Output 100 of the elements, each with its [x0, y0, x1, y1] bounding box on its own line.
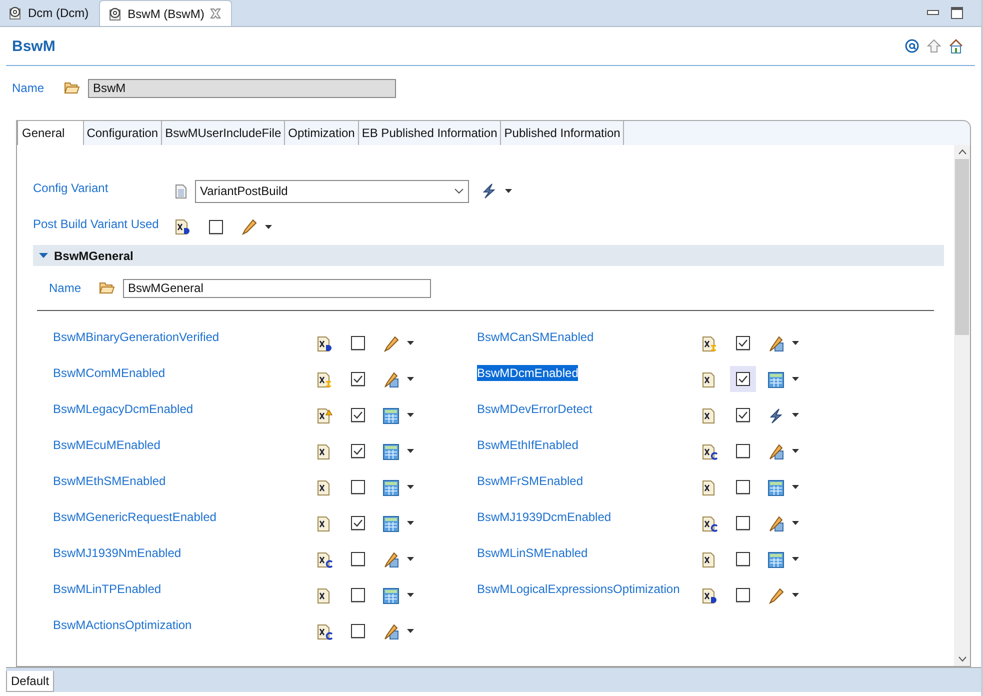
- expand-triangle-icon: [39, 251, 48, 260]
- pencil-calculator-icon[interactable]: [383, 624, 399, 640]
- checkbox[interactable]: [351, 552, 365, 566]
- parameter-label[interactable]: BswMLinSMEnabled: [477, 545, 588, 561]
- checkbox[interactable]: [736, 480, 750, 494]
- tab[interactable]: BswMUserIncludeFile: [162, 121, 286, 145]
- calculator-icon[interactable]: [768, 552, 784, 568]
- folder-icon: [64, 82, 80, 94]
- dropdown-arrow-icon[interactable]: [792, 377, 799, 381]
- pencil-calculator-icon[interactable]: [383, 372, 399, 388]
- page-title: BswM: [12, 38, 56, 54]
- parameter-label[interactable]: BswMEcuMEnabled: [53, 437, 160, 453]
- dropdown-arrow-icon[interactable]: [407, 485, 414, 489]
- checkbox[interactable]: [351, 408, 365, 422]
- parameter-label[interactable]: BswMLinTPEnabled: [53, 581, 162, 597]
- checkbox[interactable]: [736, 408, 750, 422]
- dropdown-arrow-icon[interactable]: [407, 413, 414, 417]
- dropdown-arrow-icon[interactable]: [265, 225, 272, 229]
- parameter-label[interactable]: BswMGenericRequestEnabled: [53, 509, 216, 525]
- pencil-calculator-icon[interactable]: [768, 336, 784, 352]
- dropdown-arrow-icon[interactable]: [407, 593, 414, 597]
- parameter-label[interactable]: BswMComMEnabled: [53, 365, 166, 381]
- checkbox[interactable]: [736, 552, 750, 566]
- checkbox[interactable]: [351, 588, 365, 602]
- parameter-label[interactable]: BswMEthIfEnabled: [477, 437, 578, 453]
- parameter-label[interactable]: BswMLegacyDcmEnabled: [53, 401, 194, 417]
- page-tab[interactable]: Default: [6, 671, 54, 692]
- dropdown-arrow-icon[interactable]: [792, 593, 799, 597]
- checkbox[interactable]: [209, 220, 223, 234]
- checkbox[interactable]: [736, 588, 750, 602]
- dropdown-arrow-icon[interactable]: [792, 521, 799, 525]
- parameter-label[interactable]: BswMEthSMEnabled: [53, 473, 166, 489]
- parameter-label[interactable]: BswMDcmEnabled: [477, 365, 578, 381]
- pencil-icon[interactable]: [768, 588, 784, 604]
- minimize-icon[interactable]: [927, 10, 939, 16]
- tab[interactable]: EB Published Information: [358, 121, 502, 145]
- calculator-icon[interactable]: [383, 516, 399, 532]
- name-field[interactable]: BswMGeneral: [123, 278, 431, 298]
- tab[interactable]: Published Information: [501, 121, 624, 145]
- dropdown-arrow-icon[interactable]: [792, 485, 799, 489]
- pencil-calculator-icon[interactable]: [383, 552, 399, 568]
- pencil-calculator-icon[interactable]: [768, 444, 784, 460]
- scroll-down-icon[interactable]: [958, 656, 966, 662]
- parameter-label[interactable]: BswMBinaryGenerationVerified: [53, 329, 220, 345]
- checkbox[interactable]: [736, 336, 750, 350]
- parameter-label[interactable]: BswMJ1939DcmEnabled: [477, 509, 612, 525]
- calculator-icon[interactable]: [768, 372, 784, 388]
- tab[interactable]: General: [17, 121, 84, 145]
- calculator-icon[interactable]: [383, 444, 399, 460]
- dropdown-arrow-icon[interactable]: [407, 629, 414, 633]
- checkbox[interactable]: [351, 624, 365, 638]
- pencil-icon[interactable]: [383, 336, 399, 352]
- scrollbar[interactable]: [954, 145, 970, 666]
- config-variant-dropdown[interactable]: VariantPostBuild: [195, 180, 469, 202]
- lightning-icon[interactable]: [768, 408, 784, 424]
- checkbox[interactable]: [351, 372, 365, 386]
- parameter-label[interactable]: BswMJ1939NmEnabled: [53, 545, 182, 561]
- tab[interactable]: Optimization: [285, 121, 359, 145]
- dropdown-arrow-icon[interactable]: [792, 557, 799, 561]
- calculator-icon[interactable]: [383, 408, 399, 424]
- dropdown-arrow-icon[interactable]: [792, 449, 799, 453]
- dropdown-arrow-icon[interactable]: [792, 341, 799, 345]
- parameter-label[interactable]: BswMLogicalExpressionsOptimization: [477, 581, 680, 597]
- checkbox[interactable]: [351, 516, 365, 530]
- section-header[interactable]: BswMGeneral: [33, 245, 944, 266]
- variable-icon: [175, 219, 191, 235]
- checkbox[interactable]: [736, 516, 750, 530]
- tab[interactable]: Configuration: [84, 121, 162, 145]
- dropdown-arrow-icon[interactable]: [407, 449, 414, 453]
- pencil-calculator-icon[interactable]: [768, 516, 784, 532]
- lightning-icon[interactable]: [481, 183, 497, 199]
- maximize-icon[interactable]: [951, 7, 963, 19]
- parameter-label[interactable]: BswMCanSMEnabled: [477, 329, 594, 345]
- checkbox[interactable]: [351, 336, 365, 350]
- parameter-label[interactable]: BswMActionsOptimization: [53, 617, 192, 633]
- calculator-icon[interactable]: [383, 588, 399, 604]
- calculator-icon[interactable]: [768, 480, 784, 496]
- dropdown-arrow-icon[interactable]: [407, 557, 414, 561]
- config-variant-label: Config Variant: [33, 180, 110, 195]
- checkbox[interactable]: [351, 480, 365, 494]
- at-sign-icon[interactable]: [905, 39, 919, 53]
- pencil-icon[interactable]: [241, 219, 257, 235]
- dropdown-arrow-icon[interactable]: [407, 377, 414, 381]
- editor-tab[interactable]: Dcm (Dcm): [0, 0, 99, 26]
- dropdown-arrow-icon[interactable]: [407, 341, 414, 345]
- dropdown-arrow-icon[interactable]: [505, 189, 512, 193]
- close-icon[interactable]: [210, 8, 222, 19]
- dropdown-arrow-icon[interactable]: [792, 413, 799, 417]
- calculator-icon[interactable]: [383, 480, 399, 496]
- editor-tab[interactable]: BswM (BswM): [98, 0, 232, 26]
- parameter-label[interactable]: BswMFrSMEnabled: [477, 473, 584, 489]
- checkbox[interactable]: [351, 444, 365, 458]
- dropdown-arrow-icon[interactable]: [407, 521, 414, 525]
- name-label: Name: [49, 281, 82, 295]
- parameter-label[interactable]: BswMDevErrorDetect: [477, 401, 592, 417]
- scroll-up-icon[interactable]: [958, 149, 966, 155]
- up-arrow-icon[interactable]: [927, 39, 941, 53]
- home-icon[interactable]: [949, 38, 963, 54]
- checkbox[interactable]: [736, 444, 750, 458]
- name-field[interactable]: BswM: [88, 78, 396, 98]
